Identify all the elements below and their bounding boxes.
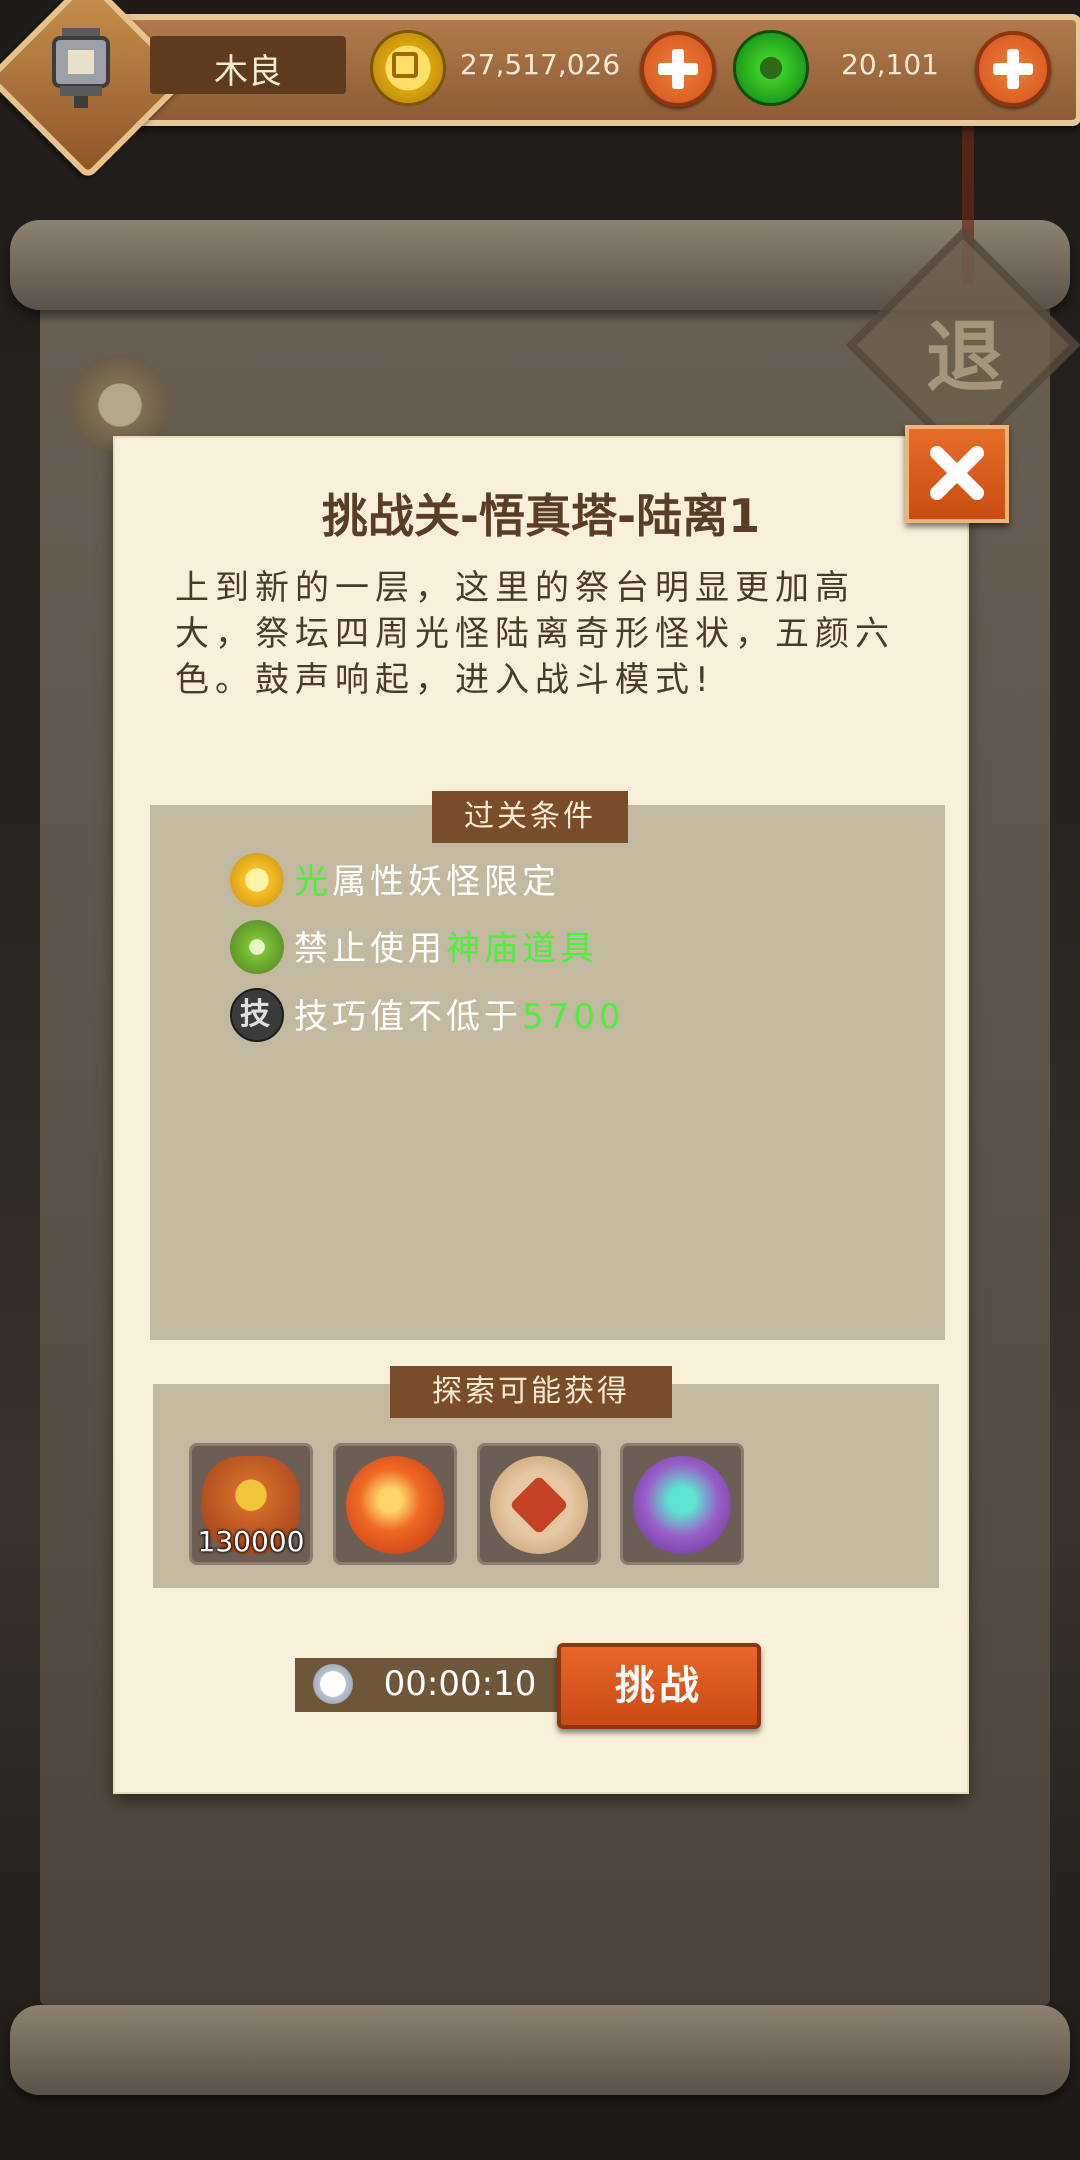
- conditions-header: 过关条件: [432, 791, 628, 843]
- retreat-label: 退: [925, 313, 1004, 403]
- condition-text: 技巧值不低于: [294, 997, 522, 1037]
- timer-value: 00:00:10: [383, 1664, 537, 1704]
- condition-text: 禁止使用: [294, 929, 446, 969]
- condition-highlight: 神庙道具: [446, 929, 598, 969]
- skill-icon: 技: [230, 988, 284, 1042]
- fire-stone-orb-icon: [346, 1456, 444, 1554]
- spirit-chest-orb-icon: [633, 1456, 731, 1554]
- lantern-avatar-icon: [52, 28, 110, 108]
- condition-highlight: 光: [294, 862, 332, 902]
- player-name: 木良: [214, 52, 282, 92]
- stopwatch-icon: [313, 1664, 353, 1704]
- dialog-title: 挑战关-悟真塔-陆离1: [321, 489, 761, 543]
- reward-count: 130000: [197, 1525, 305, 1558]
- reward-slot-fire-stone[interactable]: [333, 1443, 457, 1565]
- jade-amount: 20,101: [841, 48, 939, 81]
- coin-hole: [392, 52, 418, 78]
- add-jade-button[interactable]: [975, 31, 1051, 107]
- condition-highlight: 5700: [522, 997, 625, 1037]
- reward-slot-spirit[interactable]: [620, 1443, 744, 1565]
- gold-amount: 27,517,026: [459, 48, 621, 81]
- reward-slot-gold[interactable]: 130000: [189, 1443, 313, 1565]
- condition-text: 属性妖怪限定: [332, 862, 560, 902]
- strength-rune-orb-icon: [490, 1456, 588, 1554]
- challenge-button[interactable]: 挑战: [557, 1643, 761, 1729]
- light-element-icon: [230, 853, 284, 907]
- reward-slot-rune[interactable]: [477, 1443, 601, 1565]
- add-gold-button[interactable]: [640, 31, 716, 107]
- leaf-item-icon: [230, 920, 284, 974]
- stage-description: 上到新的一层，这里的祭台明显更加高大，祭坛四周光怪陆离奇形怪状，五颜六色。鼓声响…: [175, 568, 895, 700]
- scroll-bottom-rod: [10, 2005, 1070, 2095]
- jade-currency-icon: [733, 30, 809, 106]
- rewards-header: 探索可能获得: [390, 1366, 672, 1418]
